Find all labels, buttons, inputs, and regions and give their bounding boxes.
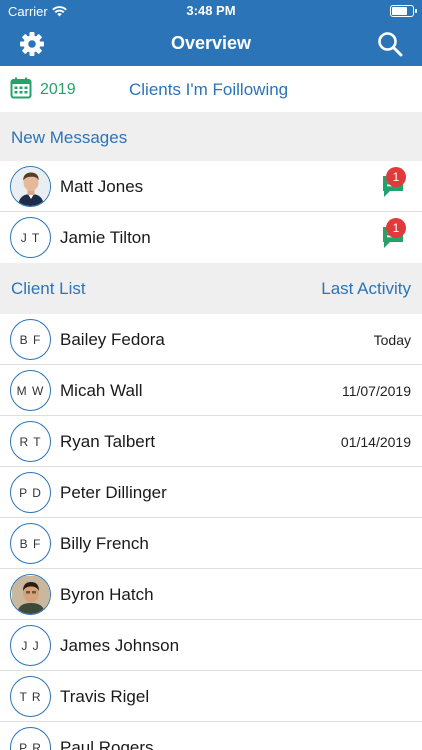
- year-selector[interactable]: 2019: [40, 81, 76, 99]
- client-name: James Johnson: [60, 636, 180, 655]
- status-time: 3:48 PM: [186, 3, 236, 18]
- client-row[interactable]: Byron Hatch: [0, 569, 422, 620]
- client-name: Travis Rigel: [60, 687, 150, 706]
- client-row[interactable]: P D Peter Dillinger: [0, 467, 422, 518]
- client-row[interactable]: J J James Johnson: [0, 620, 422, 671]
- client-row[interactable]: P R Paul Rogers: [0, 722, 422, 750]
- client-row[interactable]: T R Travis Rigel: [0, 671, 422, 722]
- battery-icon: [390, 5, 417, 17]
- client-name: Byron Hatch: [60, 585, 154, 604]
- client-list-title: Client List: [11, 279, 86, 298]
- avatar: J T: [10, 217, 51, 258]
- avatar: [10, 574, 51, 615]
- search-icon[interactable]: [376, 30, 404, 58]
- client-name: Micah Wall: [60, 381, 143, 400]
- status-bar: Carrier 3:48 PM: [0, 0, 422, 22]
- avatar: [10, 166, 51, 207]
- last-activity-sort[interactable]: Last Activity: [321, 279, 411, 299]
- client-name: Ryan Talbert: [60, 432, 156, 451]
- unread-badge: 1: [386, 167, 406, 187]
- nav-bar: Overview: [0, 22, 422, 66]
- page-title: Overview: [170, 33, 252, 53]
- avatar: J J: [10, 625, 51, 666]
- client-name: Bailey Fedora: [60, 330, 165, 349]
- last-activity-date: 01/14/2019: [340, 434, 411, 450]
- client-row[interactable]: R T Ryan Talbert 01/14/2019: [0, 416, 422, 467]
- avatar: B F: [10, 319, 51, 360]
- client-name: Billy French: [60, 534, 149, 553]
- avatar: M W: [10, 370, 51, 411]
- client-list-header: Client List Last Activity: [0, 263, 422, 314]
- last-activity-date: Today: [373, 332, 411, 348]
- new-messages-header: New Messages: [0, 112, 422, 161]
- avatar: P D: [10, 472, 51, 513]
- user-photo-icon: [11, 167, 50, 206]
- client-name: Peter Dillinger: [60, 483, 167, 502]
- calendar-icon[interactable]: [10, 77, 32, 99]
- contact-name: Jamie Tilton: [60, 228, 151, 247]
- contact-name: Matt Jones: [60, 177, 144, 196]
- avatar: B F: [10, 523, 51, 564]
- last-activity-date: 11/07/2019: [341, 383, 411, 399]
- new-messages-title: New Messages: [11, 128, 128, 147]
- client-row[interactable]: B F Billy French: [0, 518, 422, 569]
- clients-following-link[interactable]: Clients I'm Foillowing: [129, 80, 288, 100]
- user-photo-icon: [11, 575, 50, 614]
- avatar: R T: [10, 421, 51, 462]
- message-row[interactable]: J T Jamie Tilton 1: [0, 212, 422, 263]
- client-row[interactable]: B F Bailey Fedora Today: [0, 314, 422, 365]
- client-row[interactable]: M W Micah Wall 11/07/2019: [0, 365, 422, 416]
- unread-badge: 1: [386, 218, 406, 238]
- client-name: Paul Rogers: [60, 738, 154, 750]
- filter-row: 2019 Clients I'm Foillowing: [0, 66, 422, 112]
- message-row[interactable]: Matt Jones 1: [0, 161, 422, 212]
- avatar: T R: [10, 676, 51, 717]
- avatar: P R: [10, 727, 51, 750]
